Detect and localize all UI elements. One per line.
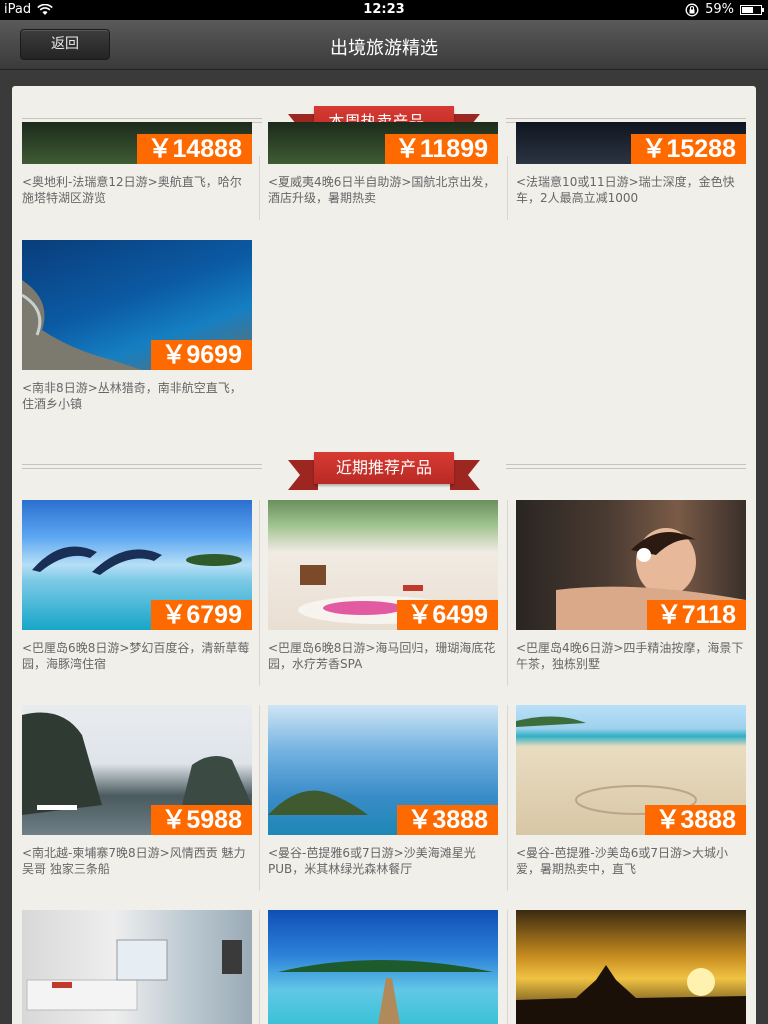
product-image: ￥9699 (22, 240, 252, 370)
divider (22, 464, 262, 469)
product-card[interactable]: ￥14888 <奥地利-法瑞意12日游>奥航直飞，哈尔施塔特湖区游览 (22, 122, 252, 206)
product-image (268, 910, 498, 1024)
product-image: ￥15288 (516, 122, 746, 164)
product-card[interactable]: ￥7118 <巴厘岛4晚6日游>四手精油按摩，海景下午茶，独栋别墅 (516, 500, 746, 672)
product-description: <巴厘岛6晚8日游>海马回归，珊瑚海底花园，水疗芳香SPA (268, 641, 496, 671)
product-card[interactable] (268, 910, 498, 1024)
price-tag: ￥11899 (384, 134, 498, 164)
lock-rotation-icon (685, 3, 699, 16)
price-tag: ￥6499 (397, 600, 498, 630)
product-card[interactable]: ￥3888 <曼谷-芭提雅6或7日游>沙美海滩星光PUB，米其林绿光森林餐厅 (268, 705, 498, 877)
column-divider (259, 910, 260, 1024)
product-description: <奥地利-法瑞意12日游>奥航直飞，哈尔施塔特湖区游览 (22, 175, 242, 205)
product-card[interactable]: ￥9699 <南非8日游>丛林猎奇，南非航空直飞，住酒乡小镇 (22, 240, 252, 412)
price-tag: ￥3888 (645, 805, 746, 835)
price-tag: ￥5988 (151, 805, 252, 835)
column-divider (507, 500, 508, 686)
hotel-room-illustration (26, 939, 242, 1011)
section-title-recommended: 近期推荐产品 (314, 452, 454, 484)
column-divider (507, 705, 508, 891)
maldives-illustration (278, 960, 493, 1024)
product-description: <南北越-柬埔寨7晚8日游>风情西贡 魅力吴哥 独家三条船 (22, 846, 246, 876)
product-card[interactable]: ￥11899 <夏威夷4晚6日半自助游>国航北京出发，酒店升级，暑期热卖 (268, 122, 498, 206)
price-tag: ￥7118 (646, 600, 746, 630)
product-image: ￥6499 (268, 500, 498, 630)
navigation-bar: 返回 出境旅游精选 (0, 20, 768, 70)
page-title: 出境旅游精选 (330, 38, 438, 59)
product-card[interactable]: ￥6799 <巴厘岛6晚8日游>梦幻百度谷，清新草莓园，海豚湾住宿 (22, 500, 252, 672)
product-image: ￥7118 (516, 500, 746, 630)
product-image (22, 910, 252, 1024)
product-image (516, 910, 746, 1024)
product-description: <夏威夷4晚6日半自助游>国航北京出发，酒店升级，暑期热卖 (268, 175, 496, 205)
product-image: ￥5988 (22, 705, 252, 835)
product-image: ￥6799 (22, 500, 252, 630)
product-description: <巴厘岛6晚8日游>梦幻百度谷，清新草莓园，海豚湾住宿 (22, 641, 250, 671)
product-description: <南非8日游>丛林猎奇，南非航空直飞，住酒乡小镇 (22, 381, 242, 411)
status-bar: iPad 12:23 59% (0, 0, 768, 20)
product-description: <曼谷-芭提雅-沙美岛6或7日游>大城小爱，暑期热卖中，直飞 (516, 846, 729, 876)
product-card[interactable]: ￥3888 <曼谷-芭提雅-沙美岛6或7日游>大城小爱，暑期热卖中，直飞 (516, 705, 746, 877)
product-image: ￥3888 (516, 705, 746, 835)
product-card[interactable]: ￥6499 <巴厘岛6晚8日游>海马回归，珊瑚海底花园，水疗芳香SPA (268, 500, 498, 672)
ribbon-banner: 近期推荐产品 (288, 450, 480, 490)
product-description: <巴厘岛4晚6日游>四手精油按摩，海景下午茶，独栋别墅 (516, 641, 744, 671)
price-tag: ￥3888 (397, 805, 498, 835)
product-card[interactable] (516, 910, 746, 1024)
product-image: ￥3888 (268, 705, 498, 835)
column-divider (507, 156, 508, 220)
column-divider (259, 705, 260, 891)
clock: 12:23 (363, 2, 405, 17)
product-description: <法瑞意10或11日游>瑞士深度，金色快车，2人最高立减1000 (516, 175, 735, 205)
column-divider (259, 500, 260, 686)
price-tag: ￥9699 (151, 340, 252, 370)
price-tag: ￥14888 (137, 134, 252, 164)
column-divider (507, 910, 508, 1024)
column-divider (259, 156, 260, 220)
product-description: <曼谷-芭提雅6或7日游>沙美海滩星光PUB，米其林绿光森林餐厅 (268, 846, 476, 876)
product-card[interactable]: ￥15288 <法瑞意10或11日游>瑞士深度，金色快车，2人最高立减1000 (516, 122, 746, 206)
battery-percent: 59% (705, 2, 734, 17)
divider (506, 464, 746, 469)
section-header-recommended: 近期推荐产品 (12, 440, 756, 490)
product-list[interactable]: 本周热卖产品... ￥14888 <奥地利-法瑞意12日游>奥航直飞，哈尔施塔特… (12, 86, 756, 1024)
product-card[interactable] (22, 910, 252, 1024)
price-tag: ￥15288 (631, 134, 746, 164)
product-card[interactable]: ￥5988 <南北越-柬埔寨7晚8日游>风情西贡 魅力吴哥 独家三条船 (22, 705, 252, 877)
product-image: ￥11899 (268, 122, 498, 164)
temple-sunset-illustration (516, 965, 746, 1024)
price-tag: ￥6799 (151, 600, 252, 630)
battery-icon (740, 4, 764, 15)
product-image: ￥14888 (22, 122, 252, 164)
